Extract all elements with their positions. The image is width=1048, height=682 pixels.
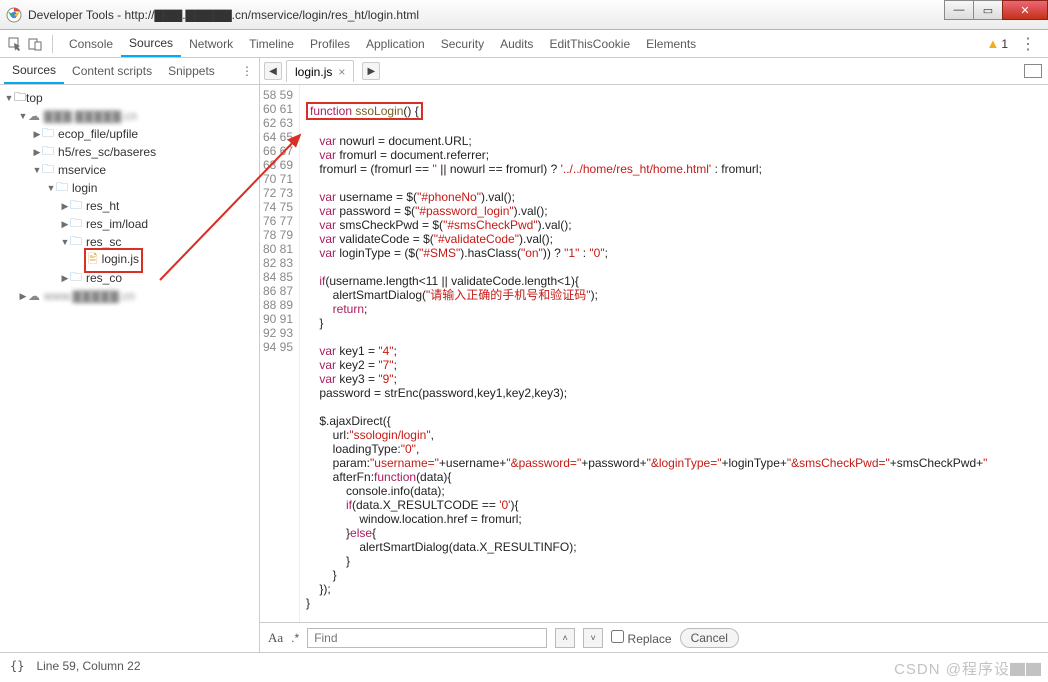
panel-tab-editthiscookie[interactable]: EditThisCookie (541, 30, 638, 57)
tree-res-ht[interactable]: ▶🗀res_ht (0, 197, 259, 215)
cancel-label: Cancel (691, 631, 728, 645)
replace-checkbox[interactable] (611, 630, 624, 643)
tree-label: res_co (86, 271, 122, 285)
find-prev-button[interactable]: ˄ (555, 628, 575, 648)
panel-tab-console[interactable]: Console (61, 30, 121, 57)
panel-tab-security[interactable]: Security (433, 30, 492, 57)
file-icon: 🖹 (88, 252, 98, 266)
tree-label: login.js (102, 252, 139, 266)
dock-icon[interactable] (1024, 64, 1042, 78)
cloud-icon: ☁ (28, 109, 40, 123)
tree-label: mservice (58, 163, 106, 177)
editor-tab-label: login.js (295, 65, 332, 79)
replace-checkbox-label[interactable]: Replace (611, 630, 671, 646)
panel-tab-sources[interactable]: Sources (121, 30, 181, 57)
window-title: Developer Tools - http://▇▇▇.▇▇▇▇▇.cn/ms… (28, 8, 419, 22)
tree-label: res_ht (86, 199, 119, 213)
find-bar: Aa .* ˄ ˅ Replace Cancel (260, 622, 1048, 652)
nav-back-button[interactable]: ◀ (264, 62, 282, 80)
subtab-snippets[interactable]: Snippets (160, 58, 223, 84)
sidebar-subtabs: SourcesContent scriptsSnippets ⋮ (0, 58, 259, 85)
cloud-icon: ☁ (28, 289, 40, 303)
tree-label: www.▇▇▇▇▇.cn (44, 289, 135, 303)
pretty-print-icon[interactable]: {} (10, 659, 24, 673)
more-menu-icon[interactable]: ⋮ (1014, 34, 1042, 54)
sources-sidebar: SourcesContent scriptsSnippets ⋮ ▼🗀 top … (0, 58, 260, 652)
close-icon[interactable]: × (338, 65, 345, 79)
tree-label: top (26, 91, 43, 105)
separator (52, 35, 53, 53)
devtools-toolbar: ConsoleSourcesNetworkTimelineProfilesApp… (0, 30, 1048, 58)
tree-login-js[interactable]: 🖹 login.js (0, 251, 259, 269)
tree-res-im[interactable]: ▶🗀res_im/load (0, 215, 259, 233)
tree-h5[interactable]: ▶🗀h5/res_sc/baseres (0, 143, 259, 161)
code-area[interactable]: 58 59 60 61 62 63 64 65 66 67 68 69 70 7… (260, 85, 1048, 622)
window-buttons: — ▭ ✕ (945, 0, 1048, 20)
tree-label: ecop_file/upfile (58, 127, 138, 141)
tree-domain-1[interactable]: ▼☁▇▇▇.▇▇▇▇▇.cn (0, 107, 259, 125)
folder-icon: 🗀 (70, 268, 82, 289)
folder-icon: 🗀 (70, 232, 82, 253)
titlebar: Developer Tools - http://▇▇▇.▇▇▇▇▇.cn/ms… (0, 0, 1048, 30)
folder-icon: 🗀 (56, 178, 68, 199)
panel-tab-network[interactable]: Network (181, 30, 241, 57)
subtab-content-scripts[interactable]: Content scripts (64, 58, 160, 84)
file-tree: ▼🗀 top ▼☁▇▇▇.▇▇▇▇▇.cn ▶🗀ecop_file/upfile… (0, 85, 259, 652)
maximize-button[interactable]: ▭ (973, 0, 1003, 20)
code-content[interactable]: function ssoLogin() { var nowurl = docum… (300, 85, 1048, 622)
subtab-sources[interactable]: Sources (4, 58, 64, 84)
device-icon[interactable] (26, 35, 44, 53)
editor-tab-loginjs[interactable]: login.js × (286, 60, 354, 82)
status-bar: {} Line 59, Column 22 (0, 652, 1048, 678)
cancel-button[interactable]: Cancel (680, 628, 739, 648)
line-gutter: 58 59 60 61 62 63 64 65 66 67 68 69 70 7… (260, 85, 300, 622)
tree-login[interactable]: ▼🗀login (0, 179, 259, 197)
regex-toggle[interactable]: .* (291, 631, 299, 645)
find-next-button[interactable]: ˅ (583, 628, 603, 648)
tree-label: ▇▇▇.▇▇▇▇▇.cn (44, 109, 137, 123)
minimize-button[interactable]: — (944, 0, 974, 20)
editor-pane: ◀ login.js × ▶ 58 59 60 61 62 63 64 65 6… (260, 58, 1048, 652)
close-button[interactable]: ✕ (1002, 0, 1048, 20)
warnings-badge[interactable]: ▲1 (986, 36, 1008, 51)
match-case-toggle[interactable]: Aa (268, 630, 283, 646)
panel-tab-audits[interactable]: Audits (492, 30, 541, 57)
panel-tab-profiles[interactable]: Profiles (302, 30, 358, 57)
tree-ecop[interactable]: ▶🗀ecop_file/upfile (0, 125, 259, 143)
panel-tab-timeline[interactable]: Timeline (241, 30, 302, 57)
warning-icon: ▲ (986, 36, 999, 51)
main-area: SourcesContent scriptsSnippets ⋮ ▼🗀 top … (0, 58, 1048, 652)
panel-tab-elements[interactable]: Elements (638, 30, 704, 57)
tree-mservice[interactable]: ▼🗀mservice (0, 161, 259, 179)
tree-label: login (72, 181, 97, 195)
tree-label: h5/res_sc/baseres (58, 145, 156, 159)
tree-top[interactable]: ▼🗀 top (0, 89, 259, 107)
tree-label: res_im/load (86, 217, 148, 231)
editor-tabs: ◀ login.js × ▶ (260, 58, 1048, 85)
cursor-position: Line 59, Column 22 (36, 659, 140, 673)
warnings-count: 1 (1001, 37, 1008, 51)
replace-label: Replace (628, 632, 672, 646)
chrome-icon (6, 7, 22, 23)
sidebar-more-icon[interactable]: ⋮ (241, 64, 259, 78)
tree-domain-2[interactable]: ▶☁www.▇▇▇▇▇.cn (0, 287, 259, 305)
inspect-icon[interactable] (6, 35, 24, 53)
nav-fwd-button[interactable]: ▶ (362, 62, 380, 80)
find-input[interactable] (307, 628, 547, 648)
panel-tab-application[interactable]: Application (358, 30, 433, 57)
folder-icon: 🗀 (42, 160, 54, 181)
